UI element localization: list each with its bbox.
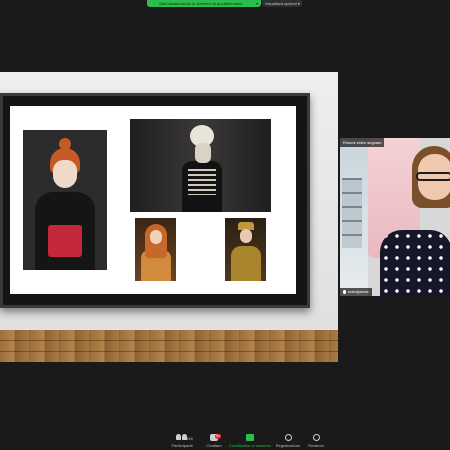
chevron-down-icon[interactable]: ▾ (256, 0, 258, 7)
gallery-frame (0, 93, 310, 308)
screen-share-status-text: Stai visualizzando lo schermo di quothth… (159, 1, 243, 6)
view-options-label: Visualizza opzioni (265, 1, 297, 6)
smiley-icon (312, 434, 320, 441)
participants-label: Partecipanti (171, 443, 193, 448)
participant-name-label: mandyshae (340, 288, 372, 296)
record-icon (284, 434, 292, 441)
participant-name: mandyshae (348, 289, 369, 294)
microphone-icon (343, 289, 346, 294)
video-tile-top-label: Rinomi video segnato (340, 138, 385, 147)
portrait-photo-red-hair (23, 130, 107, 270)
shared-screen (0, 72, 338, 362)
portrait-photo-crown (225, 218, 266, 281)
share-screen-label: Condividere lo schermo (228, 443, 272, 448)
view-options-menu[interactable]: Visualizza opzioni ▾ (262, 0, 302, 7)
portrait-photo-golden-dress (135, 218, 176, 281)
wooden-floor (0, 330, 338, 362)
gallery-mat (10, 106, 296, 294)
participant-video-tile[interactable]: Rinomi video segnato mandyshae (340, 138, 450, 296)
chat-label: Chattare (206, 443, 222, 448)
share-screen-icon (246, 434, 254, 441)
chevron-down-icon: ▾ (297, 1, 300, 6)
chat-unread-badge: 54 (215, 434, 221, 439)
screen-share-status-banner[interactable]: Stai visualizzando lo schermo di quothth… (147, 0, 261, 7)
reactions-label: Reazioni (308, 443, 324, 448)
portrait-photo-skeleton-costume (130, 119, 271, 212)
reactions-button[interactable]: Reazioni (294, 434, 338, 448)
meeting-toolbar: 194 Partecipanti 54 Chattare Condividere… (0, 432, 450, 450)
